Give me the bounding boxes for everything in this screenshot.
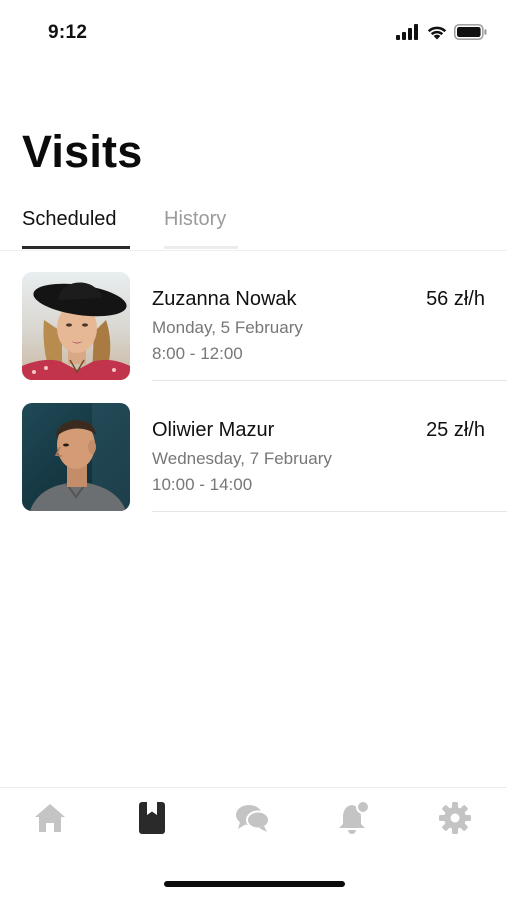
visit-rate: 56 zł/h <box>426 288 485 310</box>
page-title: Visits <box>22 126 143 177</box>
active-tab-indicator <box>22 246 130 249</box>
visit-list: Zuzanna Nowak Monday, 5 February 8:00 - … <box>0 250 507 512</box>
inactive-tab-indicator <box>164 246 238 249</box>
wifi-icon <box>427 26 447 40</box>
tab-history[interactable]: History <box>164 208 226 231</box>
visit-time: 10:00 - 14:00 <box>152 475 253 494</box>
visits-screen: 9:12 Visits Scheduled History Zuzanna No… <box>0 0 507 901</box>
man-profile-photo-icon <box>22 403 130 511</box>
status-time: 9:12 <box>48 22 88 43</box>
bell-icon <box>339 801 370 834</box>
status-icons <box>396 24 487 40</box>
home-indicator[interactable] <box>164 881 345 887</box>
divider <box>152 511 507 512</box>
tab-bar-settings[interactable] <box>435 798 475 838</box>
visit-rate: 25 zł/h <box>426 419 485 441</box>
visit-card[interactable]: Oliwier Mazur Wednesday, 7 February 10:0… <box>0 381 507 512</box>
tab-bar-messages[interactable] <box>233 798 273 838</box>
woman-with-hat-photo-icon <box>22 272 130 380</box>
visit-name: Zuzanna Nowak <box>152 288 297 310</box>
cellular-signal-icon <box>396 24 418 40</box>
visits-tabs: Scheduled History <box>0 205 507 251</box>
visit-card[interactable]: Zuzanna Nowak Monday, 5 February 8:00 - … <box>0 250 507 381</box>
visit-time: 8:00 - 12:00 <box>152 344 243 363</box>
visit-date: Monday, 5 February <box>152 318 303 337</box>
avatar <box>22 403 130 511</box>
chat-icon <box>236 805 270 832</box>
home-icon <box>35 804 65 832</box>
tab-bar-notifications[interactable] <box>334 798 374 838</box>
tab-bar-visits[interactable] <box>132 798 172 838</box>
battery-icon <box>454 24 487 40</box>
avatar <box>22 272 130 380</box>
tab-bar-home[interactable] <box>30 798 70 838</box>
visit-date: Wednesday, 7 February <box>152 449 332 468</box>
visit-name: Oliwier Mazur <box>152 419 275 441</box>
gear-icon <box>439 802 471 834</box>
book-icon <box>139 802 165 834</box>
status-bar: 9:12 <box>0 0 507 60</box>
tab-scheduled[interactable]: Scheduled <box>22 208 117 231</box>
